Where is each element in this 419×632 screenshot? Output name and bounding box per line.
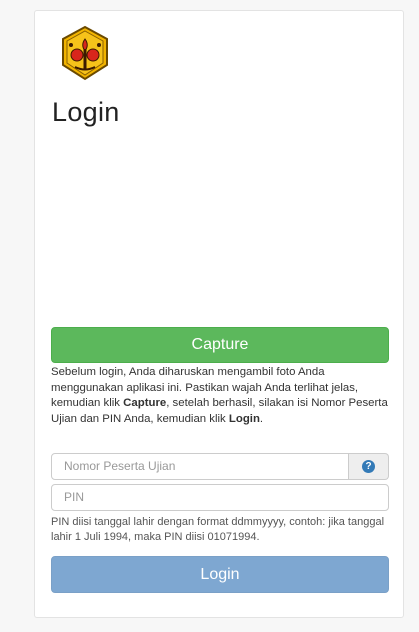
login-card: Login Capture Sebelum login, Anda diharu…	[34, 10, 404, 618]
instructions-capture-word: Capture	[123, 397, 167, 409]
question-circle-icon: ?	[362, 460, 375, 473]
capture-button[interactable]: Capture	[51, 327, 389, 363]
participant-number-group: Nomor Peserta Ujian ?	[51, 453, 389, 480]
participant-number-input[interactable]: Nomor Peserta Ujian	[51, 453, 349, 480]
login-instructions: Sebelum login, Anda diharuskan mengambil…	[51, 365, 391, 427]
camera-preview	[51, 141, 389, 326]
login-button[interactable]: Login	[51, 556, 389, 593]
instructions-text-3: .	[259, 412, 264, 425]
instructions-login-word: Login	[228, 412, 260, 425]
pin-input[interactable]: PIN	[51, 484, 389, 511]
help-button[interactable]: ?	[349, 453, 389, 480]
university-crest-icon	[57, 25, 113, 81]
pin-help-text: PIN diisi tanggal lahir dengan format dd…	[51, 516, 385, 543]
page-title: Login	[52, 97, 120, 127]
